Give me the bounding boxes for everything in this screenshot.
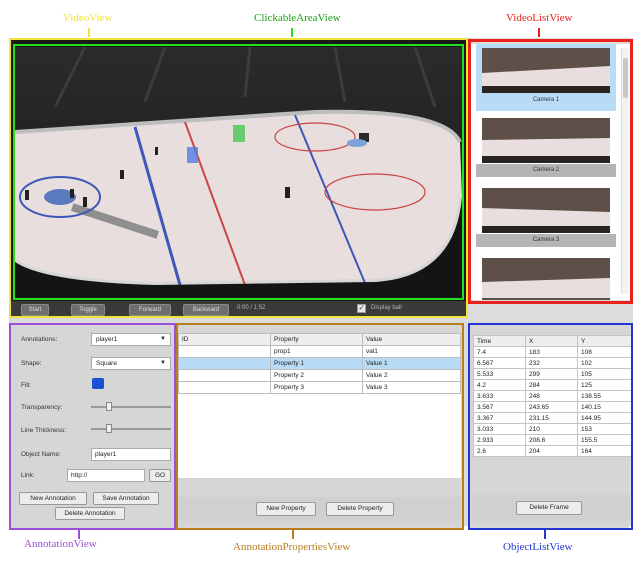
caption-video-list-view: VideoListView [506,12,573,24]
caption-clickable-area-view: ClickableAreaView [254,12,341,24]
caption-annotation-properties-view: AnnotationPropertiesView [233,541,351,553]
object-list-view-frame [468,323,633,530]
clickable-area-view-frame [13,44,464,300]
caption-pointer [544,530,546,539]
caption-annotation-view: AnnotationView [24,538,97,550]
caption-object-list-view: ObjectListView [503,541,573,553]
video-list-view-frame [468,39,633,304]
caption-pointer [88,28,90,37]
caption-pointer [538,28,540,37]
annotation-properties-view-frame [176,323,464,530]
caption-pointer [291,28,293,37]
caption-video-view: VideoView [63,12,113,24]
caption-pointer [292,530,294,539]
annotation-view-frame [9,323,176,530]
